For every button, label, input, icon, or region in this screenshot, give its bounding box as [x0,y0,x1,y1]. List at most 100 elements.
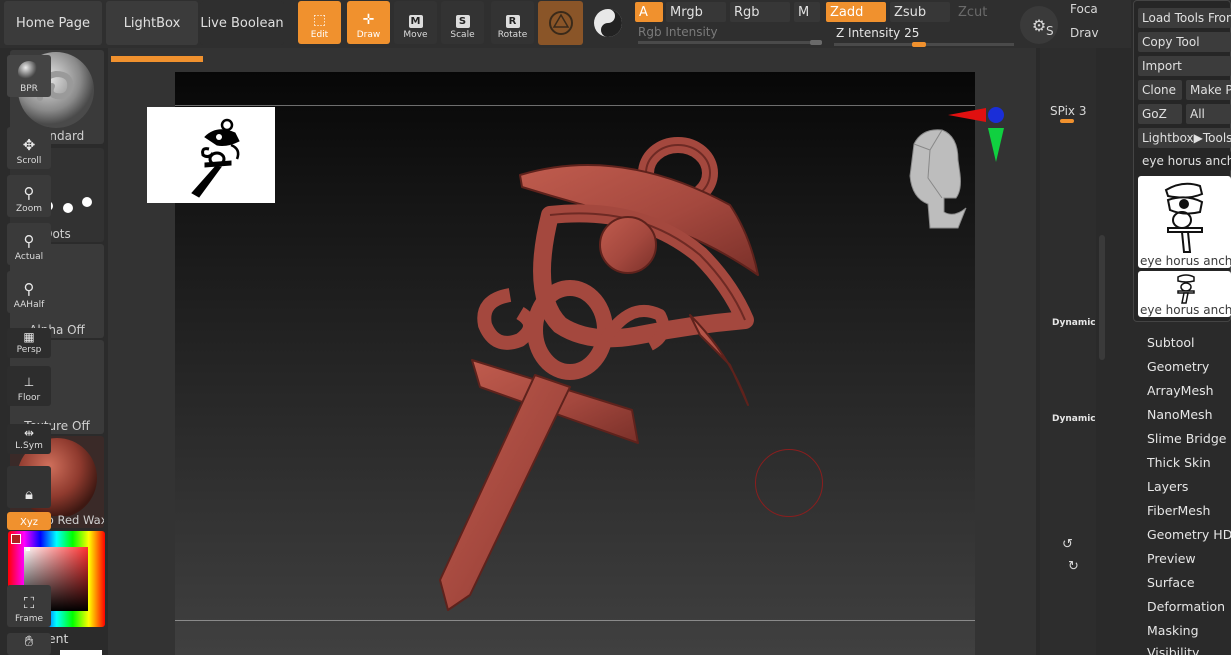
rotate-y-icon[interactable]: ↺ [1062,537,1073,552]
lightbox-button[interactable]: LightBox [106,1,198,45]
live-boolean-button[interactable]: Live Boolean [200,1,284,45]
canvas-tab-indicator [111,56,203,62]
zsub-label: Zsub [894,4,927,20]
scale-button[interactable]: S Scale [441,1,484,44]
dynamic-persp-label: Dynamic [1052,318,1096,328]
lsym-button[interactable]: ⇹ L.Sym [7,424,51,454]
floor-button[interactable]: ⊥ Floor [7,366,51,406]
material-select-button[interactable] [538,1,583,45]
color-sphere-button[interactable] [589,4,627,42]
menu-masking[interactable]: Masking [1147,623,1199,638]
orientation-gizmo[interactable] [900,100,1010,235]
z-intensity-thumb[interactable] [912,42,926,47]
menu-geometry-label: Geometry [1147,359,1210,374]
lsym-icon: ⇹ [23,426,35,440]
menu-arraymesh[interactable]: ArrayMesh [1147,383,1214,398]
z-intensity-text: Z Intensity [836,26,901,40]
clone-button[interactable]: Clone [1138,80,1182,100]
make-polymesh-label: Make P [1190,83,1231,97]
menu-fibermesh[interactable]: FiberMesh [1147,503,1210,518]
thumbnail-2-caption: eye horus anch c [1140,303,1231,317]
m-label: M [798,4,810,20]
menu-thick-skin[interactable]: Thick Skin [1147,455,1211,470]
xyz-button[interactable]: Xyz [7,512,51,530]
goz-button[interactable]: GoZ [1138,104,1182,124]
bpr-label: BPR [20,84,38,94]
menu-geometry[interactable]: Geometry [1147,359,1209,374]
menu-fibermesh-label: FiberMesh [1147,503,1211,518]
menu-layers-label: Layers [1147,479,1189,494]
tool-thumbnail-large[interactable]: eye horus anch c [1138,176,1231,268]
a-toggle[interactable]: A [635,2,663,22]
scroll-hand-icon: ✥ [22,136,36,154]
rotate-button[interactable]: R Rotate [491,1,534,44]
zoom-icon: ⚲ [23,184,35,202]
rgb-toggle[interactable]: Rgb [730,2,790,22]
rgb-intensity-slider[interactable] [638,41,822,44]
load-tools-label: Load Tools From [1142,11,1231,25]
home-page-label: Home Page [16,15,90,31]
lightbox-tools-label: Lightbox▶Tools [1142,131,1231,145]
current-tool-name: eye horus anch [1138,151,1231,171]
frame-icon: ⛶ [23,594,35,612]
gradient-swatch[interactable] [60,650,102,655]
focal-shift-label: Foca [1070,2,1098,16]
menu-slime-bridge-label: Slime Bridge [1147,431,1227,446]
rotate-z-icon[interactable]: ↻ [1068,559,1079,574]
scale-label: Scale [450,30,475,40]
m-toggle[interactable]: M [794,2,820,22]
menu-deformation[interactable]: Deformation [1147,599,1225,614]
zsub-toggle[interactable]: Zsub [890,2,950,22]
tool-thumbnail-small[interactable]: eye horus anch c [1138,271,1231,317]
menu-slime-bridge[interactable]: Slime Bridge [1147,431,1226,446]
lock-icon: 🔒︎ [25,485,33,503]
draw-button[interactable]: ✛ Draw [347,1,390,44]
menu-surface[interactable]: Surface [1147,575,1195,590]
frame-button[interactable]: ⛶ Frame [7,585,51,627]
menu-subtool[interactable]: Subtool [1147,335,1194,350]
zoom-button[interactable]: ⚲ Zoom [7,175,51,217]
load-tools-button[interactable]: Load Tools From [1138,8,1231,28]
actual-size-icon: ⚲ [23,232,35,250]
make-polymesh-button[interactable]: Make P [1186,80,1231,100]
live-boolean-label: Live Boolean [200,15,284,31]
edit-button[interactable]: ⬚ Edit [298,1,341,44]
menu-preview[interactable]: Preview [1147,551,1196,566]
aahalf-button[interactable]: ⚲ AAHalf [7,271,51,313]
zadd-toggle[interactable]: Zadd [826,2,886,22]
scroll-button[interactable]: ✥ Scroll [7,127,51,169]
persp-label: Persp [16,345,42,355]
actual-button[interactable]: ⚲ Actual [7,223,51,265]
spix-slider[interactable] [1060,119,1074,123]
bpr-button[interactable]: BPR [7,55,51,97]
z-intensity-label: Z Intensity 25 [836,26,919,40]
copy-tool-label: Copy Tool [1142,35,1200,49]
menu-layers[interactable]: Layers [1147,479,1188,494]
zcut-toggle[interactable]: Zcut [954,2,1004,22]
home-page-button[interactable]: Home Page [4,1,102,45]
yin-yang-icon [594,9,622,37]
palette-scrollbar[interactable] [1099,235,1105,360]
spix-text: SPix [1050,104,1076,118]
mrgb-toggle[interactable]: Mrgb [666,2,726,22]
menu-nanomesh[interactable]: NanoMesh [1147,407,1213,422]
lightbox-tools-button[interactable]: Lightbox▶Tools [1138,128,1231,148]
menu-geometry-hd-label: Geometry HD [1147,527,1231,542]
move-button[interactable]: M Move [394,1,437,44]
zcut-label: Zcut [958,4,988,20]
copy-tool-button[interactable]: Copy Tool [1138,32,1231,52]
lightbox-label: LightBox [123,15,181,31]
menu-visibility[interactable]: Visibility [1147,645,1199,655]
navigation-thumbnail[interactable] [147,107,275,203]
lock-button[interactable]: 🔒︎ [7,466,51,508]
goz-all-button[interactable]: All [1186,104,1231,124]
primary-color-swatch[interactable] [11,534,21,544]
move-view-button[interactable]: ✋︎ [7,632,51,655]
rgb-intensity-thumb[interactable] [810,40,822,45]
menu-geometry-hd[interactable]: Geometry HD [1147,527,1231,542]
floor-icon: ⊥ [23,375,35,389]
import-button[interactable]: Import [1138,56,1231,76]
eye-horus-ankh-model[interactable] [400,125,800,625]
color-picker-cursor[interactable] [26,547,30,551]
persp-button[interactable]: ▦ Persp [7,328,51,358]
